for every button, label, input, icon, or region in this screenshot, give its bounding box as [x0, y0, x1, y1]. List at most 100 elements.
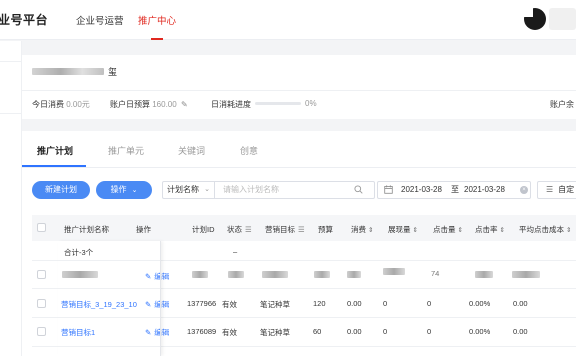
avatar-notch [524, 8, 533, 17]
row-avg-cpc: 0.00 [513, 299, 528, 308]
chevron-down-icon: ⌄ [131, 187, 138, 194]
tab-divider [22, 167, 576, 168]
daily-budget: 账户日预算 160.00 ✎ [110, 99, 189, 110]
row-spend: 0.00 [347, 299, 362, 308]
sort-icon[interactable]: ⇕ [500, 227, 505, 234]
menu-icon: ☰ [546, 185, 554, 194]
side-rail [0, 41, 22, 356]
row-status: 有效 [222, 328, 237, 337]
col-clicks[interactable]: 点击量 ⇕ [433, 224, 463, 235]
row-plan-id: 1377966 [187, 299, 217, 308]
col-avg-cpc[interactable]: 平均点击成本 ⇕ [519, 224, 571, 235]
col-status[interactable]: 状态 ☰ [227, 224, 252, 235]
col-budget: 预算 [318, 225, 333, 234]
today-spend-value: 0.00元 [66, 100, 90, 109]
col-action: 操作 [136, 225, 151, 234]
user-menu-edge[interactable] [549, 8, 576, 30]
brand-title: 业号平台 [0, 13, 49, 27]
row-checkbox[interactable] [37, 299, 46, 308]
daily-budget-value: 160.00 [152, 100, 177, 109]
summary-plan-id: – [233, 247, 238, 256]
col-goal-label: 营销目标 [265, 225, 295, 234]
sort-icon[interactable]: ⇕ [368, 227, 373, 234]
daily-progress-bar [255, 102, 301, 105]
sort-icon[interactable]: ⇕ [458, 227, 463, 234]
sort-icon[interactable]: ⇕ [566, 227, 571, 234]
col-avg-cpc-label: 平均点击成本 [519, 225, 564, 234]
date-end: 2021-03-28 [464, 185, 505, 194]
operate-label: 操作 [110, 185, 127, 194]
edit-pencil-icon[interactable]: ✎ [181, 100, 189, 109]
col-plan-id: 计划ID [192, 225, 215, 234]
frozen-column-edge [58, 241, 161, 356]
row-checkbox[interactable] [37, 270, 46, 279]
calendar-icon [384, 185, 393, 194]
col-spend-label: 消费 [351, 225, 366, 234]
account-name-masked [32, 68, 104, 75]
custom-columns-button[interactable]: ☰ 自定 [537, 181, 576, 199]
daily-progress-label: 日消耗进度 [211, 100, 251, 109]
masked-avg-cpc [512, 271, 540, 278]
tab-campaigns[interactable]: 推广计划 [37, 144, 73, 157]
col-ctr-label: 点击率 [475, 225, 498, 234]
tab-units[interactable]: 推广单元 [108, 144, 144, 157]
row-spend: 0.00 [347, 327, 362, 336]
nav-active-indicator [151, 38, 163, 40]
search-field-select[interactable]: 计划名称 ⌄ [162, 181, 215, 199]
daily-progress-value: 0% [305, 99, 317, 108]
filter-icon[interactable]: ☰ [245, 225, 252, 234]
account-info-card: 玺 今日消费 0.00元 账户日预算 160.00 ✎ 日消耗进度 0% 账户余 [22, 55, 576, 119]
nav-promotion-center[interactable]: 推广中心 [138, 13, 176, 27]
row-impressions: 0 [383, 299, 388, 308]
masked-budget [314, 271, 330, 278]
row-impressions: 0 [383, 327, 388, 336]
col-goal[interactable]: 营销目标 ☰ [265, 224, 305, 235]
campaign-panel: 推广计划 推广单元 关键词 创意 新建计划 操作 ⌄ 计划名称 ⌄ 请输入计划名称… [22, 131, 576, 356]
row-budget: 120 [313, 299, 326, 308]
col-spend[interactable]: 消费 ⇕ [351, 224, 373, 235]
col-status-label: 状态 [227, 225, 242, 234]
filter-icon[interactable]: ☰ [298, 225, 305, 234]
masked-plan-id [192, 271, 208, 278]
row-clicks: 74 [431, 269, 440, 278]
row-clicks: 0 [427, 299, 432, 308]
masked-impressions [383, 268, 405, 275]
row-goal: 笔记种草 [260, 300, 290, 309]
row-ctr: 0.00% [469, 327, 491, 336]
row-ctr: 0.00% [469, 299, 491, 308]
col-impressions[interactable]: 展现量 ⇕ [388, 224, 418, 235]
operate-dropdown-button[interactable]: 操作 ⌄ [96, 181, 152, 199]
daily-budget-label: 账户日预算 [110, 100, 150, 109]
sort-icon[interactable]: ⇕ [413, 227, 418, 234]
top-nav-bar: 业号平台 企业号运营 推广中心 [0, 0, 576, 40]
balance-label: 账户余 [550, 100, 574, 109]
row-status: 有效 [222, 300, 237, 309]
card-divider [22, 90, 576, 91]
clear-icon[interactable]: × [520, 186, 528, 194]
date-separator: 至 [451, 185, 459, 194]
select-all-checkbox[interactable] [37, 223, 46, 232]
masked-ctr [475, 271, 493, 278]
search-input[interactable]: 请输入计划名称 [215, 181, 375, 199]
rail-divider [0, 113, 22, 114]
search-icon[interactable] [354, 185, 363, 194]
new-plan-button[interactable]: 新建计划 [32, 181, 90, 199]
row-budget: 60 [313, 327, 322, 336]
campaign-table: 推广计划名称 操作 计划ID 状态 ☰ 营销目标 ☰ 预算 消费 ⇕ 展现量 ⇕ 点击量… [32, 215, 576, 356]
masked-spend [347, 271, 361, 278]
table-header: 推广计划名称 操作 计划ID 状态 ☰ 营销目标 ☰ 预算 消费 ⇕ 展现量 ⇕ 点击量… [32, 215, 576, 241]
search-field-value: 计划名称 [167, 185, 199, 194]
account-name-suffix: 玺 [108, 67, 118, 77]
tab-creatives[interactable]: 创意 [240, 144, 258, 157]
nav-enterprise-ops[interactable]: 企业号运营 [76, 13, 124, 27]
row-plan-id: 1376089 [187, 327, 217, 336]
tab-keywords[interactable]: 关键词 [178, 144, 205, 157]
rail-divider [0, 61, 22, 62]
today-spend-label: 今日消费 [32, 100, 64, 109]
masked-goal [262, 271, 288, 278]
chevron-down-icon: ⌄ [204, 186, 210, 193]
today-spend: 今日消费 0.00元 [32, 99, 90, 110]
date-range-picker[interactable]: 2021-03-28 至 2021-03-28 × [377, 181, 531, 199]
row-checkbox[interactable] [37, 327, 46, 336]
col-ctr[interactable]: 点击率 ⇕ [475, 224, 505, 235]
